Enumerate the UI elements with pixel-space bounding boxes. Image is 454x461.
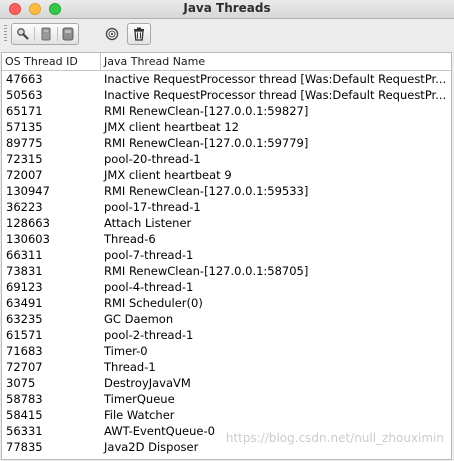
table-row[interactable]: 63235 GC Daemon [2, 311, 451, 327]
delete-button[interactable] [127, 23, 151, 45]
os-thread-id-cell: 47663 [6, 72, 43, 86]
java-thread-name-cell: Inactive RequestProcessor thread [Was:De… [104, 88, 447, 102]
table-row[interactable]: 61571 pool-2-thread-1 [2, 327, 451, 343]
java-thread-name-cell: GC Daemon [104, 312, 174, 326]
java-threads-window: Java Threads OS Thread ID Java Thread Na… [0, 0, 454, 461]
column-header-os-thread-id[interactable]: OS Thread ID [2, 53, 101, 70]
table-row[interactable]: 89775 RMI RenewClean-[127.0.0.1:59779] [2, 135, 451, 151]
java-thread-name-cell: pool-4-thread-1 [104, 280, 194, 294]
toolbar-button-group [11, 23, 79, 45]
java-thread-name-cell: JMX client heartbeat 12 [104, 120, 239, 134]
os-thread-id-cell: 57135 [6, 120, 43, 134]
magnifier-icon [12, 24, 34, 44]
table-row[interactable]: 47663 Inactive RequestProcessor thread [W… [2, 71, 451, 87]
java-thread-name-cell: pool-20-thread-1 [104, 152, 201, 166]
table-row[interactable]: 72707 Thread-1 [2, 359, 451, 375]
trash-icon [128, 24, 150, 44]
os-thread-id-cell: 61571 [6, 328, 43, 342]
target-icon [101, 23, 123, 45]
table-row[interactable]: 63491 RMI Scheduler(0) [2, 295, 451, 311]
os-thread-id-cell: 66311 [6, 248, 43, 262]
os-thread-id-cell: 128663 [6, 216, 50, 230]
java-thread-name-cell: Thread-1 [104, 360, 156, 374]
os-thread-id-cell: 36223 [6, 200, 43, 214]
java-thread-name-cell: RMI RenewClean-[127.0.0.1:59533] [104, 184, 309, 198]
os-thread-id-cell: 130603 [6, 232, 50, 246]
java-thread-name-cell: JMX client heartbeat 9 [104, 168, 232, 182]
java-thread-name-cell: Inactive RequestProcessor thread [Was:De… [104, 72, 447, 86]
java-thread-name-cell: DestroyJavaVM [104, 376, 191, 390]
os-thread-id-cell: 77835 [6, 440, 43, 454]
java-thread-name-cell: RMI RenewClean-[127.0.0.1:59827] [104, 104, 309, 118]
os-thread-id-cell: 65171 [6, 104, 43, 118]
os-thread-id-cell: 63491 [6, 296, 43, 310]
table-header: OS Thread ID Java Thread Name [2, 53, 451, 71]
table-row[interactable]: 50563 Inactive RequestProcessor thread [W… [2, 87, 451, 103]
threads-table[interactable]: OS Thread ID Java Thread Name 47663 Inact… [1, 52, 452, 460]
table-row[interactable]: 130947 RMI RenewClean-[127.0.0.1:59533] [2, 183, 451, 199]
os-thread-id-cell: 72315 [6, 152, 43, 166]
os-thread-id-cell: 63235 [6, 312, 43, 326]
java-thread-name-cell: Java2D Disposer [104, 440, 199, 454]
java-thread-name-cell: RMI RenewClean-[127.0.0.1:58705] [104, 264, 309, 278]
os-thread-id-cell: 72707 [6, 360, 43, 374]
column-header-java-thread-name[interactable]: Java Thread Name [101, 53, 451, 70]
table-row[interactable]: 3075 DestroyJavaVM [2, 375, 451, 391]
table-row[interactable]: 65171 RMI RenewClean-[127.0.0.1:59827] [2, 103, 451, 119]
java-thread-name-cell: Thread-6 [104, 232, 156, 246]
java-thread-name-cell: pool-17-thread-1 [104, 200, 201, 214]
table-row[interactable]: 56331 AWT-EventQueue-0 [2, 423, 451, 439]
os-thread-id-cell: 50563 [6, 88, 43, 102]
table-row[interactable]: 72007 JMX client heartbeat 9 [2, 167, 451, 183]
java-thread-name-cell: Timer-0 [104, 344, 148, 358]
java-thread-name-cell: File Watcher [104, 408, 175, 422]
java-thread-name-cell: RMI Scheduler(0) [104, 296, 203, 310]
table-row[interactable]: 57135 JMX client heartbeat 12 [2, 119, 451, 135]
java-thread-name-cell: pool-2-thread-1 [104, 328, 194, 342]
table-body: 47663 Inactive RequestProcessor thread [W… [2, 71, 451, 455]
os-thread-id-cell: 72007 [6, 168, 43, 182]
table-row[interactable]: 73831 RMI RenewClean-[127.0.0.1:58705] [2, 263, 451, 279]
os-thread-id-cell: 69123 [6, 280, 43, 294]
java-thread-name-cell: AWT-EventQueue-0 [104, 424, 215, 438]
title-bar[interactable]: Java Threads [0, 0, 454, 19]
os-thread-id-cell: 58783 [6, 392, 43, 406]
table-row[interactable]: 58415 File Watcher [2, 407, 451, 423]
os-thread-id-cell: 58415 [6, 408, 43, 422]
details-button[interactable] [35, 24, 57, 44]
table-row[interactable]: 71683 Timer-0 [2, 343, 451, 359]
stack-icon [57, 24, 79, 44]
java-thread-name-cell: RMI RenewClean-[127.0.0.1:59779] [104, 136, 309, 150]
os-thread-id-cell: 130947 [6, 184, 50, 198]
monitor-button[interactable] [101, 23, 123, 45]
window-title: Java Threads [183, 1, 271, 15]
os-thread-id-cell: 73831 [6, 264, 43, 278]
os-thread-id-cell: 71683 [6, 344, 43, 358]
table-row[interactable]: 58783 TimerQueue [2, 391, 451, 407]
table-row[interactable]: 77835 Java2D Disposer [2, 439, 451, 455]
java-thread-name-cell: Attach Listener [104, 216, 192, 230]
stack-trace-button[interactable] [57, 24, 79, 44]
table-row[interactable]: 72315 pool-20-thread-1 [2, 151, 451, 167]
os-thread-id-cell: 3075 [6, 376, 36, 390]
os-thread-id-cell: 56331 [6, 424, 43, 438]
java-thread-name-cell: pool-7-thread-1 [104, 248, 194, 262]
find-button[interactable] [12, 24, 34, 44]
os-thread-id-cell: 89775 [6, 136, 43, 150]
table-row[interactable]: 36223 pool-17-thread-1 [2, 199, 451, 215]
toolbar-grip[interactable] [4, 25, 7, 43]
document-icon [35, 24, 57, 44]
table-row[interactable]: 69123 pool-4-thread-1 [2, 279, 451, 295]
table-row[interactable]: 128663 Attach Listener [2, 215, 451, 231]
toolbar [0, 19, 454, 48]
java-thread-name-cell: TimerQueue [104, 392, 175, 406]
table-row[interactable]: 130603 Thread-6 [2, 231, 451, 247]
table-row[interactable]: 66311 pool-7-thread-1 [2, 247, 451, 263]
